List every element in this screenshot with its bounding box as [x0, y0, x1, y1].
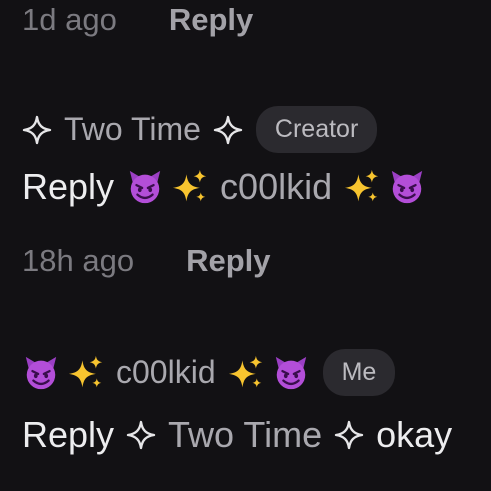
reply-button[interactable]: Reply: [169, 2, 253, 38]
four-point-star-icon: [126, 420, 156, 450]
comment-body: Reply Two Time okay: [22, 414, 452, 456]
comment-timestamp: 1d ago: [22, 2, 117, 37]
reply-prefix-text: Reply: [22, 414, 115, 455]
sparkles-icon: [172, 169, 208, 205]
sparkles-icon: [344, 169, 380, 205]
smiling-devil-icon: [22, 354, 60, 392]
comments-thread: 1d ago Reply Two Time Creator Reply c00l…: [0, 0, 491, 491]
smiling-devil-icon: [272, 354, 310, 392]
comment-meta-row: 18h ago Reply: [22, 243, 270, 279]
four-point-star-icon: [22, 115, 52, 145]
me-badge: Me: [322, 349, 396, 396]
sparkles-icon: [68, 355, 104, 391]
four-point-star-icon: [213, 115, 243, 145]
smiling-devil-icon: [126, 168, 164, 206]
comment-author-row: Two Time Creator: [22, 106, 378, 153]
four-point-star-icon: [334, 420, 364, 450]
creator-badge: Creator: [255, 106, 378, 153]
comment-author-row: c00lkid Me: [22, 349, 396, 396]
comment-timestamp: 18h ago: [22, 243, 135, 278]
mention-link[interactable]: c00lkid: [220, 166, 332, 208]
sparkles-icon: [228, 355, 264, 391]
comment-text: okay: [376, 414, 453, 455]
comment-author-name[interactable]: c00lkid: [116, 354, 216, 391]
mention-link[interactable]: Two Time: [168, 414, 322, 456]
comment-author-name[interactable]: Two Time: [64, 111, 201, 148]
reply-prefix-text: Reply: [22, 166, 115, 207]
comment-body: Reply c00lkid: [22, 166, 426, 208]
reply-button[interactable]: Reply: [186, 243, 270, 279]
comment-meta-row: 1d ago Reply: [22, 2, 253, 38]
smiling-devil-icon: [388, 168, 426, 206]
